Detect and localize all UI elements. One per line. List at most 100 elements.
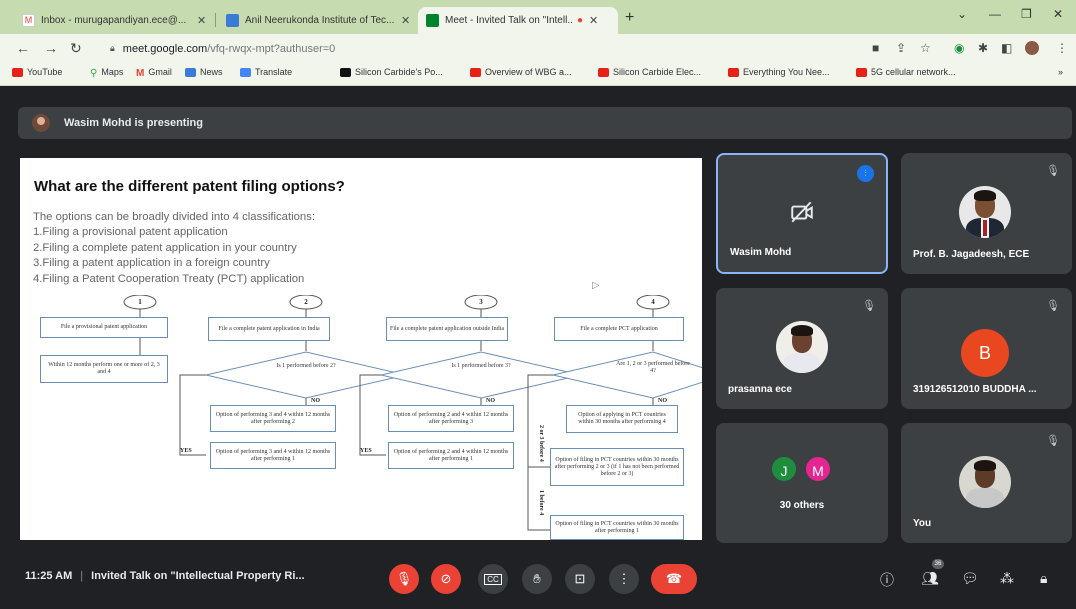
- address-bar[interactable]: 🔒︎ meet.google.com /vfq-rwqx-mpt?authuse…: [98, 38, 878, 59]
- profile-avatar-icon[interactable]: [1025, 41, 1039, 55]
- mic-off-icon: 🎙︎: [1046, 435, 1060, 447]
- close-tab-icon[interactable]: ✕: [401, 14, 410, 27]
- flow-box: Option of applying in PCT countries with…: [566, 405, 678, 433]
- bookmark-youtube[interactable]: YouTube: [12, 67, 62, 77]
- youtube-icon: [598, 67, 609, 77]
- close-window-icon[interactable]: ✕: [1053, 7, 1063, 21]
- bookmark-overview-wbg[interactable]: Overview of WBG a...: [470, 67, 572, 77]
- youtube-icon: [12, 67, 23, 77]
- flow-box: File a provisional patent application: [40, 317, 168, 338]
- step-number: 2: [304, 298, 308, 306]
- more-bookmarks-icon[interactable]: »: [1058, 67, 1063, 77]
- slide-intro: The options can be broadly divided into …: [33, 211, 315, 223]
- presentation-slide: What are the different patent filing opt…: [20, 158, 702, 540]
- close-tab-icon[interactable]: ✕: [589, 14, 598, 27]
- minimize-icon[interactable]: —: [989, 7, 1001, 21]
- bookmark-maps[interactable]: ⚲ Maps: [90, 67, 124, 79]
- menu-dots-icon[interactable]: ⋮: [1056, 41, 1068, 55]
- raise-hand-button[interactable]: ✋︎: [522, 564, 552, 594]
- present-now-button[interactable]: ⊡: [565, 564, 595, 594]
- bookmark-silicon-carbide-po[interactable]: Silicon Carbide's Po...: [340, 67, 443, 77]
- mic-toggle-button[interactable]: 🎙︎: [389, 564, 419, 594]
- slide-option: 1.Filing a provisional patent applicatio…: [33, 226, 228, 238]
- camera-off-icon: ⊘: [440, 571, 452, 586]
- yes-label: YES: [180, 448, 192, 454]
- close-tab-icon[interactable]: ✕: [197, 14, 206, 27]
- self-tile[interactable]: 🎙︎ You: [901, 423, 1072, 543]
- camera-in-use-icon[interactable]: ■: [872, 41, 879, 55]
- participant-tile-jagadeesh[interactable]: 🎙︎ Prof. B. Jagadeesh, ECE: [901, 153, 1072, 274]
- participant-tile-buddha[interactable]: 🎙︎ B 319126512010 BUDDHA ...: [901, 288, 1072, 409]
- bookmark-5g-cellular[interactable]: 5G cellular network...: [856, 67, 956, 77]
- presenting-text: Wasim Mohd is presenting: [64, 117, 203, 129]
- meet-icon: [426, 14, 439, 27]
- web-page-icon: [226, 14, 239, 27]
- back-arrow-icon[interactable]: ←: [16, 40, 30, 56]
- extension-circle-icon[interactable]: ◉: [954, 41, 964, 55]
- host-controls-icon[interactable]: 🔒︎: [1040, 570, 1047, 587]
- slide-options-list: 1.Filing a provisional patent applicatio…: [33, 226, 304, 288]
- bookmark-gmail[interactable]: M Gmail: [136, 67, 172, 79]
- side-panel-icon[interactable]: ◧: [1001, 41, 1012, 55]
- meeting-title: Invited Talk on "Intellectual Property R…: [91, 570, 305, 582]
- more-options-button[interactable]: ⋮: [609, 564, 639, 594]
- participant-photo: [959, 456, 1011, 508]
- mouse-pointer-icon: ▷: [592, 280, 600, 291]
- captions-button[interactable]: CC: [478, 564, 508, 594]
- separator: |: [80, 570, 84, 582]
- camera-toggle-button[interactable]: ⊘: [431, 564, 461, 594]
- flow-box: Option of performing 3 and 4 within 12 m…: [210, 442, 336, 469]
- others-avatar-m: M: [804, 455, 832, 483]
- forward-arrow-icon[interactable]: →: [44, 40, 58, 56]
- participant-tile-prasanna[interactable]: 🎙︎ prasanna ece: [716, 288, 888, 409]
- flow-box: Option of filing in PCT countries within…: [550, 515, 684, 540]
- bookmark-label: Everything You Nee...: [743, 67, 830, 77]
- lock-icon: 🔒︎: [110, 43, 115, 53]
- extensions-puzzle-icon[interactable]: ✱: [978, 41, 988, 55]
- meeting-info: 11:25 AM | Invited Talk on "Intellectual P…: [25, 570, 305, 582]
- tab-meet[interactable]: Meet - Invited Talk on "Intell... ● ✕: [418, 7, 618, 34]
- participant-tile-wasim[interactable]: ⫶ Wasim Mohd: [716, 153, 888, 274]
- bookmark-news[interactable]: News: [185, 67, 223, 77]
- bookmark-translate[interactable]: Translate: [240, 67, 292, 77]
- meeting-details-icon[interactable]: ⓘ: [880, 570, 894, 590]
- activities-icon[interactable]: ⁂: [1000, 570, 1014, 587]
- slide-option: 3.Filing a patent application in a forei…: [33, 257, 270, 269]
- end-call-icon: ☎︎: [665, 571, 683, 586]
- present-icon: ⊡: [574, 571, 586, 586]
- leave-call-button[interactable]: ☎︎: [651, 564, 697, 594]
- flow-decision: Are 1, 2 or 3 performed before 4?: [616, 361, 690, 374]
- chat-icon[interactable]: 💬︎: [961, 570, 979, 587]
- share-icon[interactable]: ⇪: [896, 41, 906, 55]
- tab-anits[interactable]: Anil Neerukonda Institute of Tec... ✕: [218, 7, 418, 34]
- reload-icon[interactable]: ↻: [70, 40, 82, 57]
- recording-dot-icon: ●: [577, 15, 584, 26]
- maximize-icon[interactable]: ❐: [1021, 7, 1032, 21]
- flow-box: Within 12 months perform one or more of …: [40, 355, 168, 383]
- side-label: 1 before 4: [538, 490, 544, 516]
- avatar-letter: M: [812, 463, 824, 479]
- flow-decision: Is 1 performed before 3?: [451, 363, 511, 369]
- bookmark-star-icon[interactable]: ☆: [920, 41, 931, 55]
- bookmark-label: Maps: [101, 67, 124, 77]
- others-tile[interactable]: J M 30 others: [716, 423, 888, 543]
- people-icon[interactable]: 👥︎: [921, 570, 939, 587]
- participant-name: Wasim Mohd: [730, 247, 792, 258]
- bookmark-silicon-carbide-elec[interactable]: Silicon Carbide Elec...: [598, 67, 701, 77]
- no-label: NO: [486, 398, 495, 404]
- url-path: /vfq-rwqx-mpt?authuser=0: [207, 42, 336, 55]
- bookmarks-bar: YouTube ⚲ Maps M Gmail News Translate Sili…: [0, 62, 1076, 86]
- no-label: NO: [658, 398, 667, 404]
- gmail-icon: M: [22, 14, 35, 27]
- tab-search-chevron-icon[interactable]: ⌄: [957, 7, 967, 21]
- speaking-indicator-icon: ⫶: [857, 165, 874, 182]
- tab-inbox[interactable]: M Inbox - murugapandiyan.ece@... ✕: [14, 7, 214, 34]
- participant-avatar: B: [961, 329, 1009, 377]
- bookmark-label: Silicon Carbide's Po...: [355, 67, 443, 77]
- presenter-avatar: [32, 114, 50, 132]
- flow-box: Option of performing 3 and 4 within 12 m…: [210, 405, 336, 432]
- translate-icon: [240, 67, 251, 77]
- bookmark-everything-you-need[interactable]: Everything You Nee...: [728, 67, 830, 77]
- new-tab-button[interactable]: +: [625, 9, 634, 27]
- tab-title: Meet - Invited Talk on "Intell...: [445, 15, 573, 26]
